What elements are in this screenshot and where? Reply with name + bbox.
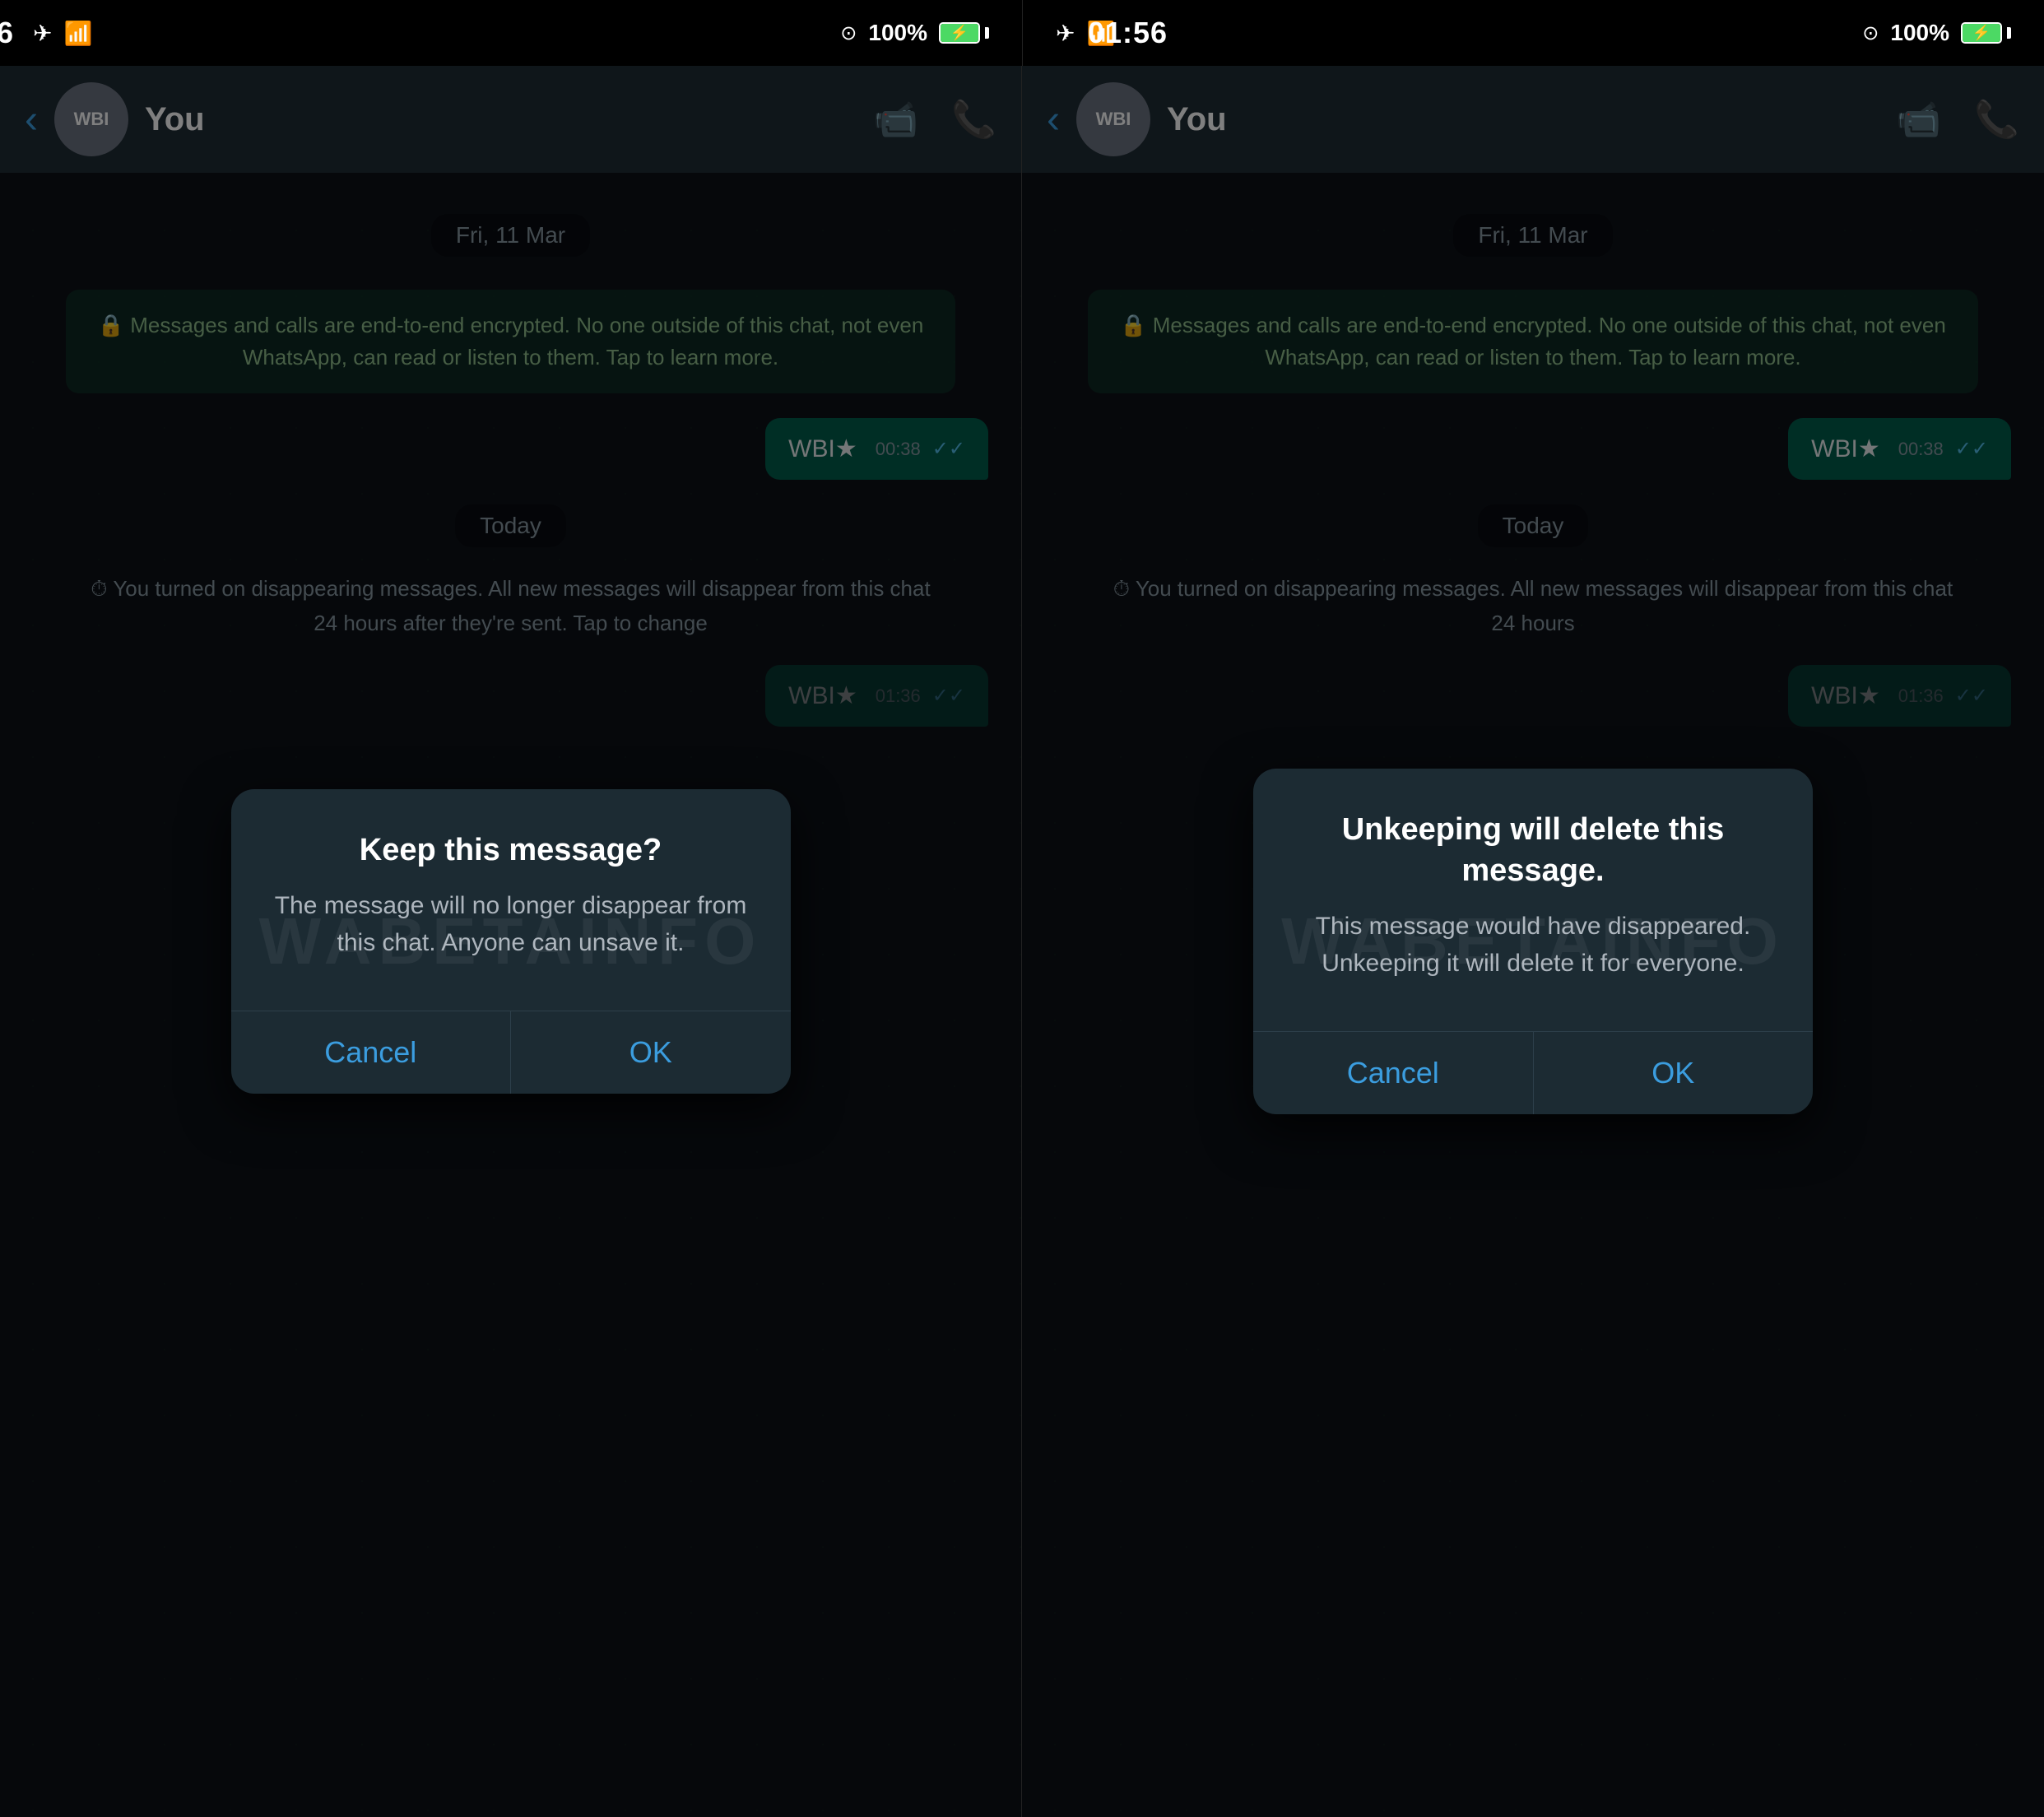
left-status-icons: ✈ 📶: [33, 20, 92, 47]
dialog-overlay-left: Keep this message? The message will no l…: [0, 66, 1021, 1817]
dialog-left: Keep this message? The message will no l…: [231, 789, 791, 1094]
ok-button-left[interactable]: OK: [511, 1011, 791, 1094]
airplane-icon-right: ✈: [1056, 20, 1075, 47]
screen-left: ‹ WBI You 📹 📞 Fri, 11 Mar 🔒 Messages and…: [0, 66, 1022, 1817]
dialog-right: Unkeeping will delete this message. This…: [1253, 769, 1813, 1114]
time-right: 01:56: [1088, 16, 1168, 50]
status-bar: ✈ 📶 01:36 ⊙ 100% ⚡ ✈ 📶 01:56 ⊙ 100%: [0, 0, 2044, 66]
right-status-icons-right: ⊙ 100% ⚡: [1862, 20, 2011, 46]
battery-percent-right: 100%: [1890, 20, 1949, 46]
wifi-icon-left: 📶: [63, 20, 92, 47]
airplane-icon-left: ✈: [33, 20, 52, 47]
dialog-title-right: Unkeeping will delete this message.: [1294, 810, 1772, 891]
screens-container: ‹ WBI You 📹 📞 Fri, 11 Mar 🔒 Messages and…: [0, 66, 2044, 1817]
battery-percent-left: 100%: [868, 20, 927, 46]
battery-icon-left: ⚡: [939, 22, 989, 44]
dialog-content-right: Unkeeping will delete this message. This…: [1253, 769, 1813, 1006]
dialog-content-left: Keep this message? The message will no l…: [231, 789, 791, 986]
cancel-button-left[interactable]: Cancel: [231, 1011, 511, 1094]
dialog-message-left: The message will no longer disappear fro…: [272, 887, 750, 961]
dialog-message-right: This message would have disappeared. Unk…: [1294, 908, 1772, 982]
location-icon-left: ⊙: [840, 21, 857, 45]
battery-icon-right: ⚡: [1961, 22, 2011, 44]
dialog-actions-right: Cancel OK: [1253, 1032, 1813, 1114]
status-bar-left: ✈ 📶 01:36 ⊙ 100% ⚡: [0, 0, 1022, 66]
screen-right: ‹ WBI You 📹 📞 Fri, 11 Mar 🔒 Messages and…: [1022, 66, 2044, 1817]
ok-button-right[interactable]: OK: [1534, 1032, 1814, 1114]
right-status-icons-left: ⊙ 100% ⚡: [840, 20, 989, 46]
time-left: 01:36: [0, 16, 14, 50]
cancel-button-right[interactable]: Cancel: [1253, 1032, 1533, 1114]
dialog-overlay-right: Unkeeping will delete this message. This…: [1022, 66, 2044, 1817]
location-icon-right: ⊙: [1862, 21, 1879, 45]
dialog-actions-left: Cancel OK: [231, 1011, 791, 1094]
status-bar-right: ✈ 📶 01:56 ⊙ 100% ⚡: [1022, 0, 2044, 66]
dialog-title-left: Keep this message?: [272, 830, 750, 871]
